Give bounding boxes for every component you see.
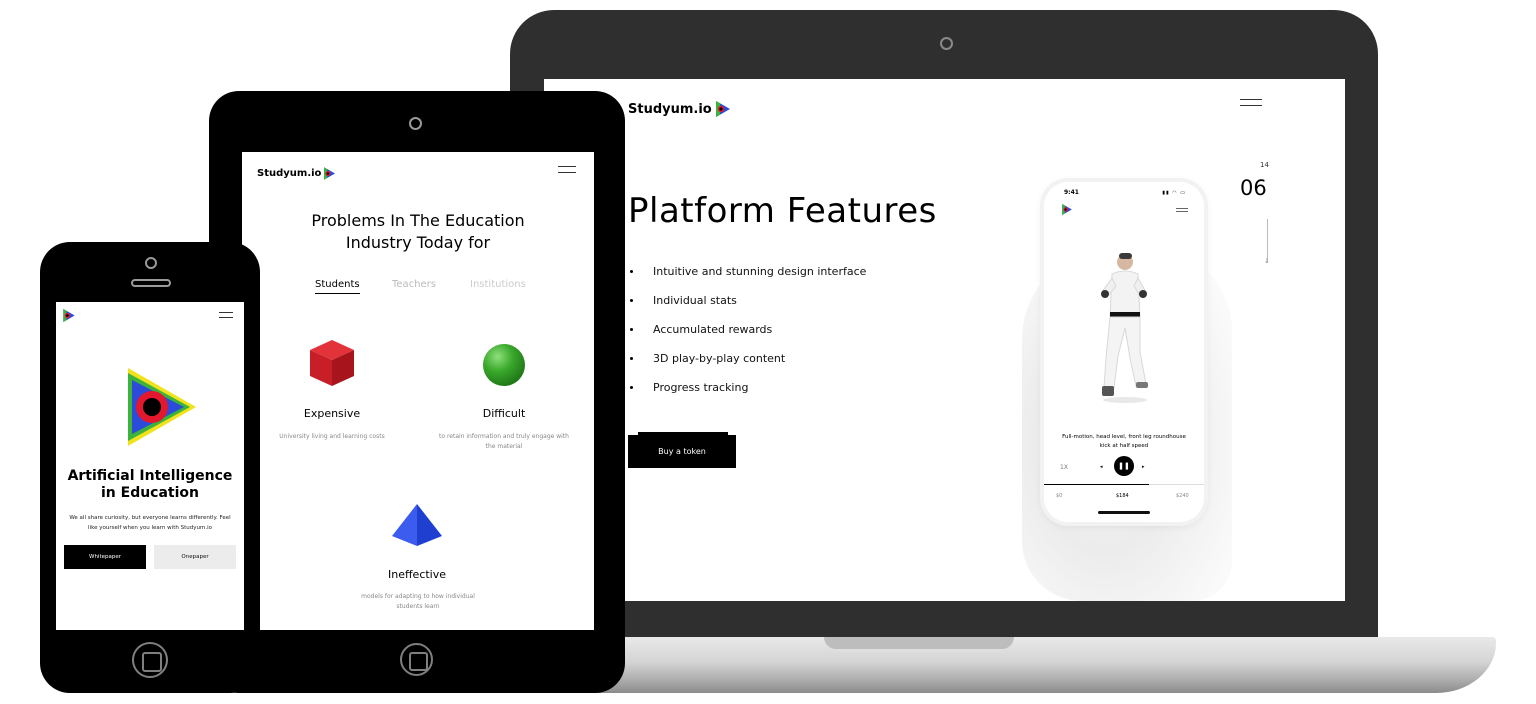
- price-label: $184: [1116, 493, 1129, 499]
- section-title: Problems In The Education Industry Today…: [311, 211, 525, 252]
- ai-play-logo-icon: [128, 368, 196, 446]
- feature-item: Intuitive and stunning design interface: [628, 265, 866, 294]
- move-caption: Full-motion, head level, front leg round…: [1062, 434, 1186, 449]
- whitepaper-button[interactable]: Whitepaper: [64, 545, 146, 569]
- blue-pyramid-icon: [392, 504, 442, 546]
- laptop-notch: [824, 637, 1014, 649]
- onepaper-button[interactable]: Onepaper: [154, 545, 236, 569]
- home-indicator: [1098, 511, 1150, 514]
- brand-name: Studyum.io: [257, 168, 322, 179]
- card-title: Ineffective: [387, 568, 447, 581]
- feature-item: 3D play-by-play content: [628, 352, 866, 381]
- karate-figure-image: [1101, 253, 1148, 403]
- feature-item: Individual stats: [628, 294, 866, 323]
- laptop-camera: [940, 37, 953, 50]
- feature-item: Progress tracking: [628, 381, 866, 410]
- card-description: models for adapting to how individual st…: [361, 593, 475, 610]
- tablet-home-button[interactable]: [400, 643, 433, 676]
- price-label: $0: [1056, 493, 1063, 499]
- buy-token-button[interactable]: Buy a token: [628, 432, 736, 468]
- tab-teachers[interactable]: Teachers: [392, 279, 436, 290]
- app-preview-phone: 9:41 ▮▮ ◠ ▭ Full-motion, head level, fro…: [1044, 182, 1204, 522]
- tablet-screen: Studyum.io Problems In The Education Ind…: [242, 152, 594, 630]
- phone-screen: Artificial Intelligence in Education We …: [56, 302, 244, 630]
- phone-camera: [145, 257, 157, 269]
- price-slider[interactable]: [1044, 484, 1204, 485]
- previous-icon[interactable]: ◂: [1100, 464, 1103, 470]
- brand-name: Studyum.io: [628, 101, 712, 117]
- play-logo-icon: [324, 167, 336, 180]
- hamburger-menu-icon[interactable]: [1176, 208, 1188, 214]
- play-logo-icon: [715, 101, 730, 117]
- play-logo-icon[interactable]: [63, 309, 75, 322]
- site-logo[interactable]: Studyum.io: [257, 167, 336, 180]
- speed-toggle[interactable]: 1X: [1060, 464, 1068, 471]
- laptop-screen: Studyum.io Platform Features Intuitive a…: [544, 79, 1345, 601]
- feature-list: Intuitive and stunning design interface …: [628, 265, 866, 410]
- tab-students[interactable]: Students: [315, 279, 360, 294]
- red-cube-icon: [310, 340, 354, 386]
- hamburger-menu-icon[interactable]: [558, 166, 576, 178]
- tablet-camera: [409, 117, 422, 130]
- pause-button[interactable]: ❚❚: [1114, 456, 1134, 476]
- status-time: 9:41: [1064, 189, 1079, 196]
- green-sphere-icon: [483, 344, 525, 386]
- slide-current: 06: [1240, 176, 1267, 200]
- tab-institutions[interactable]: Institutions: [470, 279, 526, 290]
- price-label: $240: [1176, 493, 1189, 499]
- card-description: University living and learning costs: [279, 433, 385, 440]
- phone-home-button[interactable]: [132, 642, 168, 678]
- feature-item: Accumulated rewards: [628, 323, 866, 352]
- hamburger-menu-icon[interactable]: [219, 312, 233, 322]
- card-description: to retain information and truly engage w…: [439, 433, 569, 450]
- hero-subtitle: We all share curiosity, but everyone lea…: [69, 515, 231, 531]
- slide-total: 14: [1260, 161, 1269, 169]
- status-icons: ▮▮ ◠ ▭: [1162, 190, 1186, 196]
- play-logo-icon: [1062, 204, 1072, 215]
- scroll-indicator[interactable]: [1264, 219, 1270, 265]
- next-icon[interactable]: ▸: [1142, 464, 1145, 470]
- hero-title: Artificial Intelligence in Education: [67, 468, 233, 501]
- site-logo[interactable]: Studyum.io: [628, 101, 730, 117]
- phone-speaker: [131, 279, 171, 287]
- card-title: Expensive: [303, 407, 361, 420]
- card-title: Difficult: [482, 407, 526, 420]
- hamburger-menu-icon[interactable]: [1240, 99, 1262, 111]
- page-title: Platform Features: [628, 191, 937, 231]
